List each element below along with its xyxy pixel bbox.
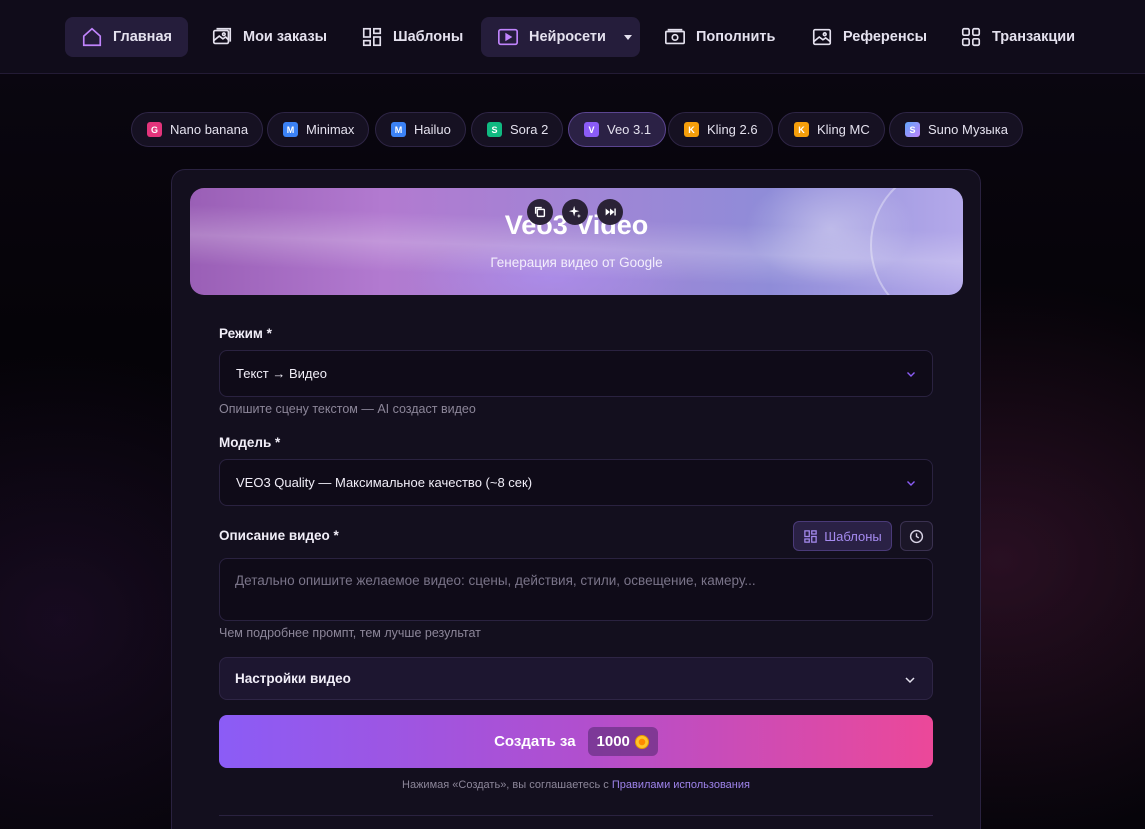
model-value: VEO3 Quality — Максимальное качество (~8…: [236, 475, 533, 490]
model-chip-sora-2[interactable]: S Sora 2: [471, 112, 564, 147]
hero-actions: [527, 199, 623, 225]
nav-my-orders[interactable]: Мои заказы: [195, 17, 343, 57]
video-settings-toggle[interactable]: Настройки видео: [219, 657, 933, 700]
price-value: 1000: [596, 733, 630, 750]
model-badge: S: [487, 122, 502, 137]
nav-transactions-label: Транзакции: [992, 29, 1076, 45]
model-chip-nano-banana[interactable]: G Nano banana: [131, 112, 264, 147]
create-button-label: Создать за: [494, 733, 576, 750]
video-settings-label: Настройки видео: [235, 671, 351, 686]
nav-transactions[interactable]: Транзакции: [944, 17, 1091, 57]
mode-value: Текст → Видео: [236, 366, 327, 381]
copy-icon: [534, 206, 546, 218]
nav-home[interactable]: Главная: [65, 17, 188, 57]
chevron-down-icon: [905, 677, 915, 684]
model-chip-label: Nano banana: [170, 122, 249, 137]
copy-button[interactable]: [527, 199, 553, 225]
description-hint: Чем подробнее промпт, тем лучше результа…: [219, 626, 481, 640]
model-chip-veo-3-1[interactable]: V Veo 3.1: [568, 112, 667, 147]
clock-icon: [909, 529, 924, 543]
grid-icon: [961, 27, 981, 47]
money-icon: [665, 28, 685, 45]
sparkle-button[interactable]: [562, 199, 588, 225]
nav-templates[interactable]: Шаблоны: [345, 17, 479, 57]
model-select[interactable]: VEO3 Quality — Максимальное качество (~8…: [219, 459, 933, 506]
model-badge: M: [391, 122, 406, 137]
nav-neural-networks-label: Нейросети: [529, 29, 606, 45]
grid-icon: [362, 27, 382, 47]
coin-icon: [634, 734, 649, 749]
terms-text: Нажимая «Создать», вы соглашаетесь с: [402, 779, 609, 791]
model-badge: K: [684, 122, 699, 137]
generator-panel: Veo3 Video Генерация видео от Google Реж…: [171, 169, 981, 829]
grid-icon: [804, 529, 817, 543]
chevron-down-icon: [907, 481, 915, 486]
hero-banner: Veo3 Video Генерация видео от Google: [190, 188, 963, 295]
skip-button[interactable]: [597, 199, 623, 225]
model-badge: S: [905, 122, 920, 137]
play-icon: [498, 28, 518, 46]
sparkle-icon: [568, 205, 582, 219]
top-navigation: Главная Мои заказы Шаблоны Нейросети Поп…: [0, 0, 1145, 74]
model-chip-label: Kling MC: [817, 122, 870, 137]
nav-templates-label: Шаблоны: [393, 29, 464, 45]
nav-neural-networks[interactable]: Нейросети: [481, 17, 640, 57]
create-button[interactable]: Создать за 1000: [219, 715, 933, 768]
hero-subtitle: Генерация видео от Google: [490, 255, 663, 270]
mode-label: Режим *: [219, 326, 272, 341]
description-label: Описание видео *: [219, 528, 339, 543]
nav-top-up[interactable]: Пополнить: [648, 17, 791, 57]
nav-references-label: Референсы: [843, 29, 928, 45]
nav-home-label: Главная: [113, 29, 172, 45]
home-icon: [82, 27, 102, 47]
model-chip-kling-mc[interactable]: K Kling MC: [778, 112, 885, 147]
model-chip-label: Suno Музыка: [928, 122, 1008, 137]
mode-select[interactable]: Текст → Видео: [219, 350, 933, 397]
history-button[interactable]: [900, 521, 933, 551]
model-chip-label: Kling 2.6: [707, 122, 758, 137]
terms-notice: Нажимая «Создать», вы соглашаетесь с Пра…: [172, 779, 980, 791]
image-icon: [212, 27, 232, 45]
caret-down-icon: [623, 34, 632, 40]
nav-my-orders-label: Мои заказы: [243, 29, 328, 45]
templates-button-label: Шаблоны: [824, 528, 882, 544]
price-badge: 1000: [587, 727, 658, 756]
model-chip-label: Hailuo: [414, 122, 451, 137]
picture-icon: [812, 28, 832, 46]
model-badge: V: [584, 122, 599, 137]
model-badge: G: [147, 122, 162, 137]
model-badge: M: [283, 122, 298, 137]
nav-top-up-label: Пополнить: [696, 29, 776, 45]
model-chip-kling-2-6[interactable]: K Kling 2.6: [668, 112, 773, 147]
skip-forward-icon: [605, 208, 616, 216]
model-chip-suno-music[interactable]: S Suno Музыка: [889, 112, 1023, 147]
model-chip-label: Minimax: [306, 122, 355, 137]
divider: [219, 815, 933, 816]
terms-link[interactable]: Правилами использования: [612, 779, 750, 791]
model-badge: K: [794, 122, 809, 137]
description-input[interactable]: [219, 558, 933, 621]
model-label: Модель *: [219, 435, 281, 450]
model-chip-hailuo[interactable]: M Hailuo: [375, 112, 466, 147]
chevron-down-icon: [907, 372, 915, 377]
model-chip-minimax[interactable]: M Minimax: [267, 112, 370, 147]
templates-button[interactable]: Шаблоны: [793, 521, 892, 551]
model-chip-label: Veo 3.1: [607, 122, 652, 137]
mode-hint: Опишите сцену текстом — AI создаст видео: [219, 402, 476, 416]
model-chip-label: Sora 2: [510, 122, 549, 137]
nav-references[interactable]: Референсы: [795, 17, 943, 57]
